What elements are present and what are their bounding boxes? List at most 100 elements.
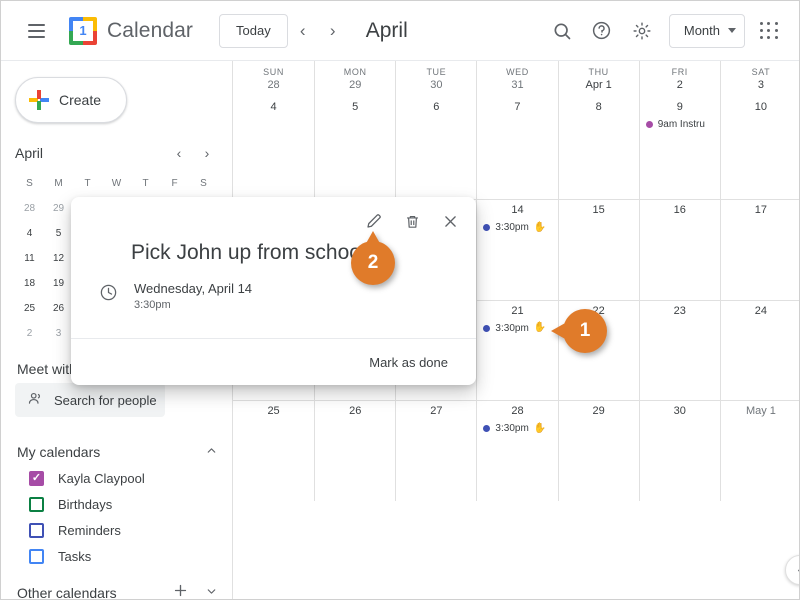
day-number[interactable]: 7 xyxy=(477,99,557,116)
day-number[interactable]: 17 xyxy=(721,202,799,219)
day-number[interactable]: 30 xyxy=(640,403,720,420)
chevron-up-icon[interactable] xyxy=(205,444,218,460)
day-number[interactable]: 15 xyxy=(559,202,639,219)
day-number[interactable]: 6 xyxy=(396,99,476,116)
previous-month-button[interactable]: ‹ xyxy=(288,16,318,46)
mini-calendar-day[interactable]: 29 xyxy=(44,198,73,220)
day-number[interactable]: 14 xyxy=(477,202,557,219)
day-number[interactable]: 16 xyxy=(640,202,720,219)
calendar-checkbox[interactable]: ✓ xyxy=(29,470,44,486)
mini-calendar-day[interactable]: 28 xyxy=(15,198,44,220)
mini-calendar-prev-button[interactable]: ‹ xyxy=(168,142,190,164)
event-details-popup: Pick John up from school Wednesday, Apri… xyxy=(71,197,476,385)
calendar-day-cell[interactable]: 27 xyxy=(395,401,476,501)
calendar-checkbox[interactable] xyxy=(29,522,44,538)
calendar-day-cell[interactable]: 17 xyxy=(719,200,799,300)
mini-calendar-day[interactable]: 5 xyxy=(44,223,73,245)
trash-icon[interactable] xyxy=(400,209,424,233)
calendar-day-cell[interactable]: 7 xyxy=(476,99,557,200)
calendar-day-cell[interactable]: 29 xyxy=(557,401,639,501)
main-menu-icon[interactable] xyxy=(19,14,53,48)
calendar-checkbox[interactable] xyxy=(29,548,44,564)
calendar-day-cell[interactable]: May 1 xyxy=(719,401,799,501)
day-number[interactable]: 27 xyxy=(396,403,476,420)
mini-calendar-day[interactable]: 18 xyxy=(15,273,44,295)
day-number[interactable]: 3 xyxy=(758,77,764,94)
mini-calendar-day[interactable]: 4 xyxy=(15,223,44,245)
day-number[interactable]: 4 xyxy=(233,99,314,116)
calendar-day-cell[interactable]: 25 xyxy=(233,401,314,500)
calendar-event[interactable]: 3:30pm ✋ xyxy=(483,220,553,235)
day-number[interactable]: 24 xyxy=(721,303,799,320)
day-number[interactable]: 25 xyxy=(233,403,314,420)
day-number[interactable]: 31 xyxy=(511,77,523,94)
close-icon[interactable] xyxy=(438,209,462,233)
mini-calendar-day[interactable]: 3 xyxy=(44,323,73,345)
calendar-day-cell[interactable]: 21 3:30pm ✋ xyxy=(476,300,557,401)
chevron-down-icon-other[interactable] xyxy=(205,585,218,599)
gear-icon[interactable] xyxy=(623,12,661,50)
calendar-day-cell[interactable]: 23 xyxy=(638,300,720,401)
help-icon[interactable] xyxy=(583,12,621,50)
calendar-item-0[interactable]: ✓ Kayla Claypool xyxy=(15,465,218,491)
day-number[interactable]: 10 xyxy=(721,99,799,116)
calendar-day-cell[interactable]: 6 xyxy=(395,99,476,200)
meet-with-search-label: Search for people xyxy=(54,392,157,408)
apps-grid-icon[interactable] xyxy=(751,13,787,49)
search-icon[interactable] xyxy=(543,12,581,50)
calendar-day-cell[interactable]: 30 xyxy=(638,401,720,501)
calendar-day-cell[interactable]: 15 xyxy=(557,200,639,300)
calendar-day-cell[interactable]: 10 xyxy=(719,99,799,200)
calendar-item-1[interactable]: Birthdays xyxy=(15,491,218,517)
create-button[interactable]: Create xyxy=(15,77,127,123)
day-name: TUE xyxy=(426,67,447,77)
add-other-calendar-icon[interactable] xyxy=(172,582,189,599)
calendar-event[interactable]: 3:30pm ✋ xyxy=(483,321,553,336)
day-number[interactable]: 9 xyxy=(640,99,720,116)
calendar-day-cell[interactable]: 24 xyxy=(719,300,799,401)
calendar-day-cell[interactable]: 8 xyxy=(557,99,639,200)
day-number[interactable]: 2 xyxy=(677,77,683,94)
day-number[interactable]: 21 xyxy=(477,303,557,320)
day-number[interactable]: 29 xyxy=(349,77,361,94)
calendar-event[interactable]: 3:30pm ✋ xyxy=(483,421,553,436)
pencil-icon[interactable] xyxy=(362,209,386,233)
mini-calendar-next-button[interactable]: › xyxy=(196,142,218,164)
calendar-day-cell[interactable]: 5 xyxy=(314,99,395,200)
calendar-checkbox[interactable] xyxy=(29,496,44,512)
my-calendars-header[interactable]: My calendars xyxy=(15,439,218,465)
day-number[interactable]: 5 xyxy=(315,99,395,116)
calendar-day-cell[interactable]: 26 xyxy=(314,401,395,501)
mini-calendar-day[interactable]: 2 xyxy=(15,323,44,345)
mark-as-done-button[interactable]: Mark as done xyxy=(363,354,454,371)
calendar-day-cell[interactable]: 16 xyxy=(638,200,720,300)
mini-calendar-day[interactable]: 26 xyxy=(44,298,73,320)
day-number[interactable]: Apr 1 xyxy=(585,77,611,94)
calendar-day-cell[interactable]: 28 3:30pm ✋ xyxy=(476,401,557,501)
calendar-day-cell[interactable]: 4 xyxy=(233,99,314,199)
mini-calendar-day[interactable]: 12 xyxy=(44,248,73,270)
next-month-button[interactable]: › xyxy=(318,16,348,46)
day-number[interactable]: 30 xyxy=(430,77,442,94)
day-number[interactable]: 28 xyxy=(477,403,557,420)
mini-calendar-day[interactable]: 11 xyxy=(15,248,44,270)
day-number[interactable]: 26 xyxy=(315,403,395,420)
day-number[interactable]: 29 xyxy=(559,403,639,420)
meet-with-search-row[interactable]: Search for people xyxy=(15,383,165,417)
day-number[interactable]: 8 xyxy=(559,99,639,116)
day-number[interactable]: 23 xyxy=(640,303,720,320)
mini-calendar-month: April xyxy=(15,145,44,161)
calendar-day-cell[interactable]: 9 9am Instru xyxy=(638,99,720,200)
today-button[interactable]: Today xyxy=(219,13,288,48)
mini-calendar-day[interactable]: 25 xyxy=(15,298,44,320)
day-number[interactable]: May 1 xyxy=(721,403,799,420)
day-number[interactable]: 28 xyxy=(267,77,279,94)
calendar-event[interactable]: 9am Instru xyxy=(645,117,716,132)
calendar-item-3[interactable]: Tasks xyxy=(15,543,218,569)
other-calendars-row[interactable]: Other calendars xyxy=(15,579,218,599)
mini-calendar-day[interactable]: 19 xyxy=(44,273,73,295)
calendar-day-cell[interactable]: 14 3:30pm ✋ xyxy=(476,200,557,300)
calendar-item-2[interactable]: Reminders xyxy=(15,517,218,543)
my-calendars-list: ✓ Kayla Claypool Birthdays Reminders Tasks xyxy=(15,465,218,569)
view-selector[interactable]: Month xyxy=(668,13,745,48)
